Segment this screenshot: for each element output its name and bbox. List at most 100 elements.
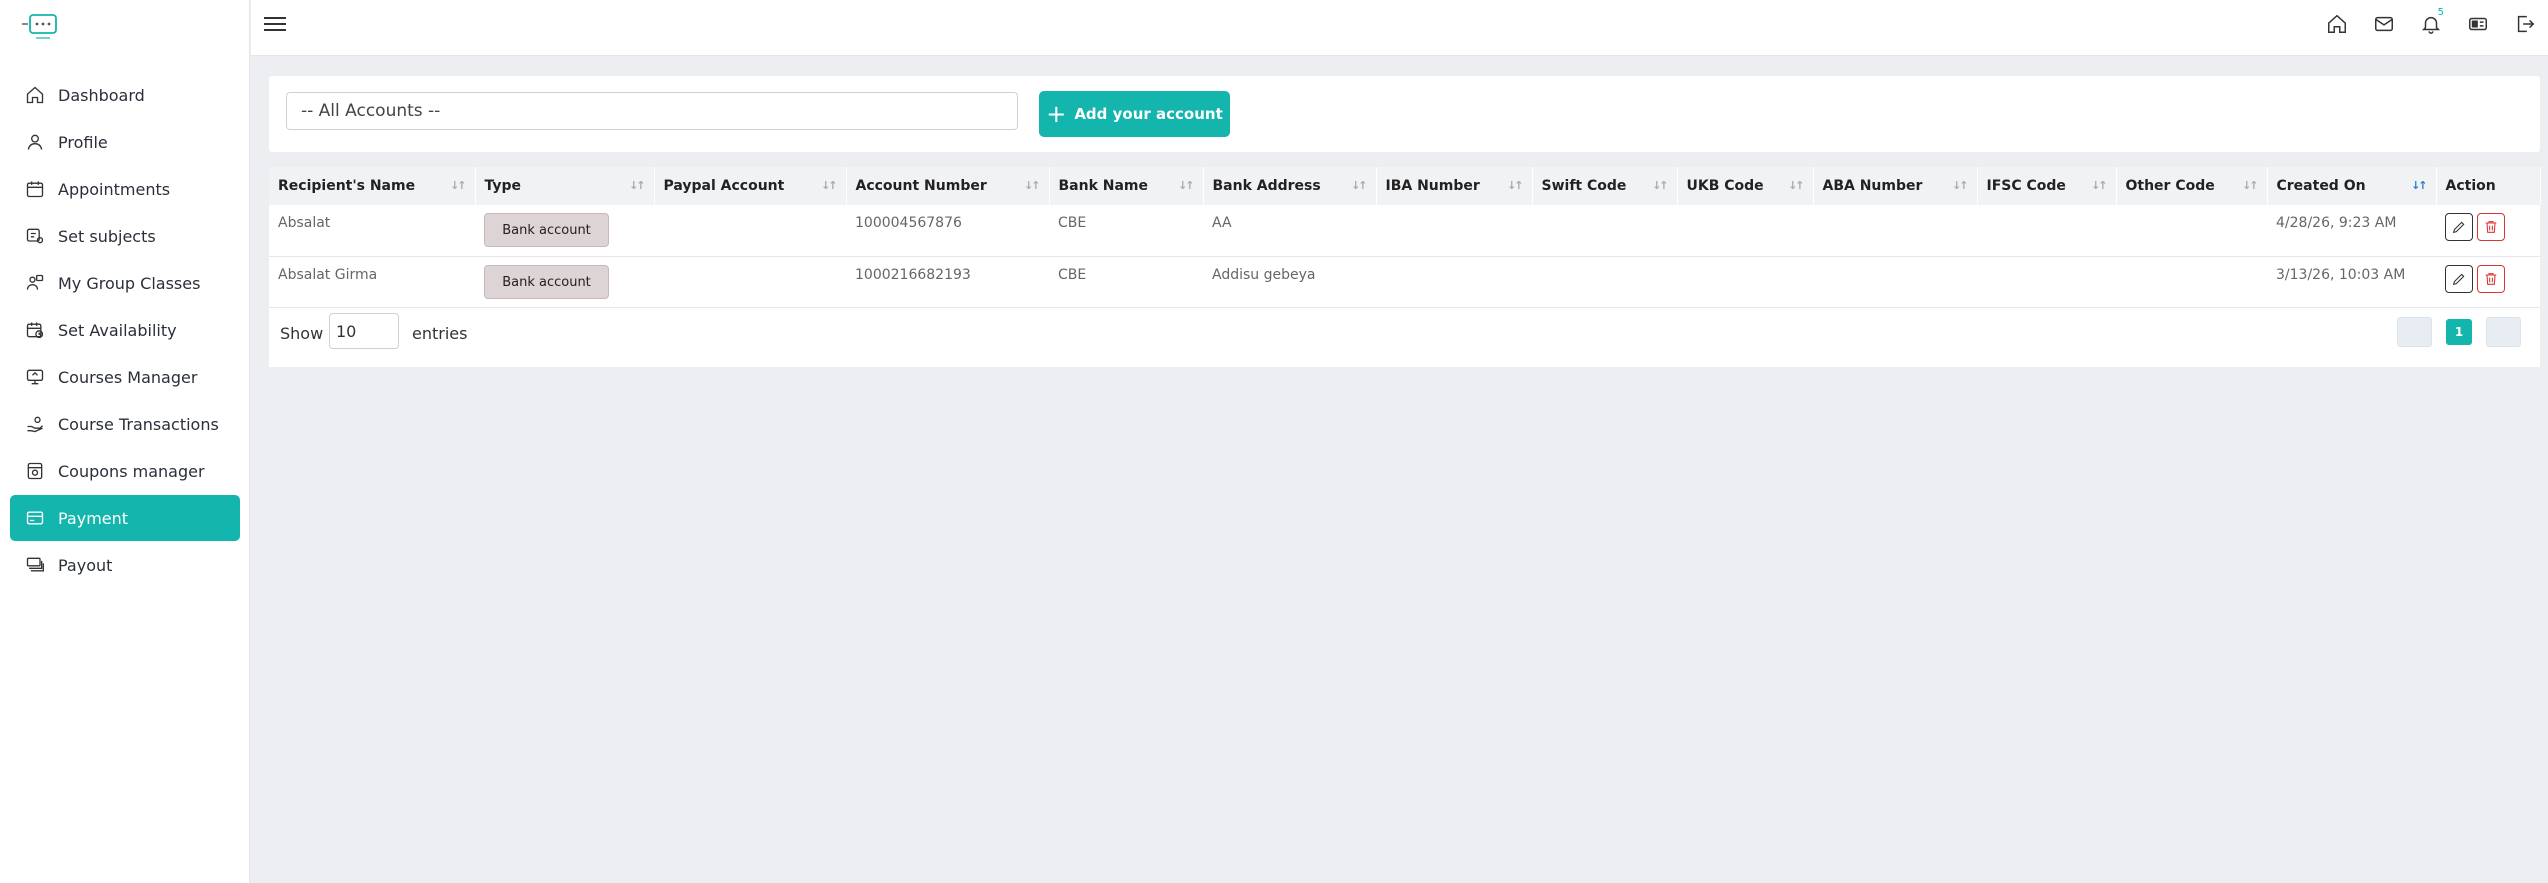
logout-icon[interactable] [2501, 12, 2548, 36]
cell-ifsc [1977, 205, 2116, 256]
sort-icon: ↓↑ [2242, 179, 2259, 192]
cell-name: Absalat Girma [278, 266, 378, 283]
pencil-icon [2452, 221, 2465, 234]
cell-aba [1813, 205, 1977, 256]
sidebar-item-appointments[interactable]: Appointments [10, 166, 240, 212]
cell-ifsc [1977, 256, 2116, 307]
column-header[interactable]: Created On ↓↑ [2267, 167, 2437, 205]
subjects-icon [24, 225, 46, 247]
add-account-label: Add your account [1074, 105, 1223, 123]
sidebar-item-label: My Group Classes [58, 273, 201, 293]
sort-icon: ↓↑ [1652, 179, 1669, 192]
card-icon [24, 507, 46, 529]
previous-page-button[interactable] [2397, 317, 2432, 347]
sidebar-item-my-group-classes[interactable]: My Group Classes [10, 260, 240, 306]
delete-button[interactable] [2477, 213, 2505, 241]
type-badge: Bank account [484, 264, 609, 299]
column-header[interactable]: Swift Code ↓↑ [1532, 167, 1678, 205]
sort-icon: ↓↑ [1507, 179, 1524, 192]
sidebar-item-coupons-manager[interactable]: Coupons manager [10, 448, 240, 494]
sidebar-item-set-availability[interactable]: Set Availability [10, 307, 240, 353]
sidebar: Dashboard Profile Appointments Set subje… [0, 0, 250, 883]
topbar-actions: 5 [2313, 7, 2548, 36]
column-header[interactable]: Paypal Account ↓↑ [654, 167, 847, 205]
add-account-button[interactable]: + Add your account [1039, 91, 1230, 137]
money-stack-icon [24, 554, 46, 576]
sidebar-item-course-transactions[interactable]: Course Transactions [10, 401, 240, 447]
account-select[interactable]: -- All Accounts -- [286, 92, 1018, 130]
mail-icon[interactable] [2360, 12, 2407, 36]
page-button-current[interactable]: 1 [2446, 319, 2472, 345]
cell-aba [1813, 256, 1977, 307]
sidebar-item-profile[interactable]: Profile [10, 119, 240, 165]
plus-icon: + [1046, 100, 1067, 128]
show-label: Show [280, 324, 324, 343]
cell-type: Bank account [475, 205, 654, 256]
bell-icon[interactable]: 5 [2407, 7, 2454, 36]
sidebar-item-label: Set Availability [58, 320, 177, 340]
table-row: Absalat Bank account 100004567876 CBE AA… [269, 205, 2540, 256]
trash-icon [2485, 272, 2497, 285]
cell-swift [1532, 256, 1677, 307]
pencil-icon [2452, 273, 2465, 285]
sort-icon: ↓↑ [629, 179, 646, 192]
coupon-icon [24, 460, 46, 482]
home-icon[interactable] [2313, 12, 2360, 36]
cell-ukb [1677, 205, 1813, 256]
sort-icon: ↓↑ [1952, 179, 1969, 192]
sidebar-nav: Dashboard Profile Appointments Set subje… [10, 72, 240, 589]
sidebar-item-payment[interactable]: Payment [10, 495, 240, 541]
delete-button[interactable] [2477, 264, 2505, 293]
cell-other [2116, 256, 2267, 307]
trash-icon [2485, 221, 2497, 233]
user-icon [24, 131, 46, 153]
menu-toggle-icon[interactable] [264, 14, 286, 34]
sort-icon: ↓↑ [2411, 179, 2428, 192]
accounts-table: Recipient's Name ↓↑ Type ↓↑ Paypal Account… [269, 167, 2541, 308]
column-header[interactable]: Type ↓↑ [475, 167, 655, 205]
column-header: Action [2436, 167, 2541, 205]
column-header[interactable]: Bank Name ↓↑ [1049, 167, 1204, 205]
cell-account-number: 100004567876 [855, 215, 962, 231]
sort-icon: ↓↑ [2091, 179, 2108, 192]
cell-bank-address: Addisu gebeya [1212, 266, 1316, 283]
cell-paypal [654, 256, 846, 307]
calendar-clock-icon [24, 319, 46, 341]
cell-bank-name: CBE [1058, 215, 1087, 231]
column-header[interactable]: Other Code ↓↑ [2116, 167, 2268, 205]
sidebar-item-label: Payout [58, 555, 113, 575]
sort-icon: ↓↑ [450, 179, 467, 192]
sort-icon: ↓↑ [1024, 179, 1041, 192]
cell-paypal [654, 205, 846, 256]
cell-type: Bank account [475, 256, 654, 307]
cell-bank-name: CBE [1058, 266, 1087, 283]
column-header[interactable]: Bank Address ↓↑ [1203, 167, 1377, 205]
column-header[interactable]: IBA Number ↓↑ [1376, 167, 1533, 205]
calendar-icon [24, 178, 46, 200]
table-header-row: Recipient's Name ↓↑ Type ↓↑ Paypal Account… [269, 167, 2541, 205]
monitor-icon [24, 366, 46, 388]
sidebar-item-payout[interactable]: Payout [10, 542, 240, 588]
edit-button[interactable] [2445, 264, 2473, 293]
sidebar-item-label: Course Transactions [58, 414, 219, 434]
logo[interactable] [20, 12, 62, 42]
accounts-table-card: Recipient's Name ↓↑ Type ↓↑ Paypal Account… [269, 167, 2541, 367]
column-header[interactable]: ABA Number ↓↑ [1813, 167, 1978, 205]
sort-icon: ↓↑ [821, 179, 838, 192]
edit-button[interactable] [2445, 213, 2473, 241]
page-size-input[interactable]: 10 [329, 313, 399, 349]
home-icon [24, 84, 46, 106]
column-header[interactable]: UKB Code ↓↑ [1677, 167, 1814, 205]
cell-ukb [1677, 256, 1813, 307]
column-header[interactable]: Account Number ↓↑ [846, 167, 1050, 205]
sidebar-item-dashboard[interactable]: Dashboard [10, 72, 240, 118]
sort-icon: ↓↑ [1178, 179, 1195, 192]
column-header[interactable]: IFSC Code ↓↑ [1977, 167, 2117, 205]
hand-coin-icon [24, 413, 46, 435]
sidebar-item-courses-manager[interactable]: Courses Manager [10, 354, 240, 400]
next-page-button[interactable] [2486, 317, 2521, 347]
column-header[interactable]: Recipient's Name ↓↑ [269, 167, 476, 205]
sidebar-item-set-subjects[interactable]: Set subjects [10, 213, 240, 259]
id-card-icon[interactable] [2454, 12, 2501, 36]
entries-label: entries [412, 324, 468, 343]
